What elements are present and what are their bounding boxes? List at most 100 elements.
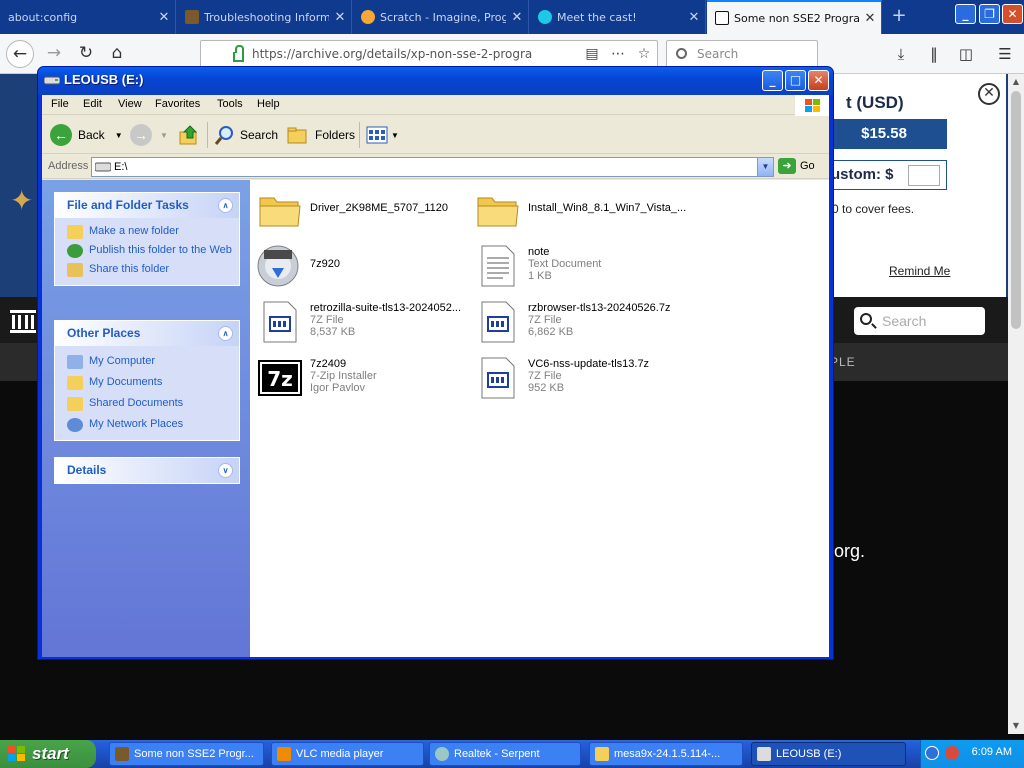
page-scrollbar[interactable]: ▲ ▼ xyxy=(1008,74,1024,734)
place-my-documents[interactable]: My Documents xyxy=(55,371,239,392)
browser-minimize-button[interactable]: _ xyxy=(955,4,976,24)
start-button[interactable]: start xyxy=(0,740,96,768)
browser-close-button[interactable]: ✕ xyxy=(1002,4,1023,24)
remind-me-link[interactable]: Remind Me xyxy=(889,264,950,278)
menu-help[interactable]: Help xyxy=(257,98,280,110)
file-item[interactable]: rzbrowser-tls13-20240526.7z 7Z File 6,86… xyxy=(474,298,670,346)
views-button[interactable]: ▼ xyxy=(366,121,399,149)
download-icon[interactable]: ⤓ xyxy=(890,44,912,66)
place-my-computer[interactable]: My Computer xyxy=(55,350,239,371)
forward-dropdown-icon[interactable]: ▼ xyxy=(160,131,168,140)
tab-scratch[interactable]: Scratch - Imagine, Prog ✕ xyxy=(353,0,529,34)
menu-view[interactable]: View xyxy=(118,98,142,110)
place-shared-documents[interactable]: Shared Documents xyxy=(55,392,239,413)
tab-meet-the-cast[interactable]: Meet the cast! ✕ xyxy=(530,0,706,34)
library-icon[interactable]: ‖ xyxy=(923,44,945,66)
go-button[interactable]: ➜ Go xyxy=(778,158,815,174)
folders-button[interactable]: Folders xyxy=(287,121,355,149)
search-button[interactable]: Search xyxy=(214,121,278,149)
reader-view-icon[interactable]: ▤ xyxy=(579,46,605,62)
place-label: Shared Documents xyxy=(89,397,184,409)
taskbar-button-leousb[interactable]: LEOUSB (E:) xyxy=(751,742,906,766)
taskbar-button-firefox[interactable]: Some non SSE2 Progr... xyxy=(109,742,264,766)
file-item[interactable]: 7z 7z2409 7-Zip Installer Igor Pavlov xyxy=(256,354,377,402)
taskbar-button-realtek[interactable]: Realtek - Serpent xyxy=(429,742,581,766)
minimize-button[interactable]: _ xyxy=(762,70,783,91)
start-label: start xyxy=(32,744,69,763)
tab-close-icon[interactable]: ✕ xyxy=(859,11,881,26)
windows-logo-icon xyxy=(795,95,829,117)
panel-header[interactable]: Details ∨ xyxy=(55,458,239,483)
explorer-title: LEOUSB (E:) xyxy=(64,72,144,87)
menu-tools[interactable]: Tools xyxy=(217,98,243,110)
views-dropdown-icon[interactable]: ▼ xyxy=(391,131,399,140)
forward-button[interactable]: → ▼ xyxy=(130,121,168,149)
new-tab-button[interactable]: + xyxy=(888,6,910,28)
tab-close-icon[interactable]: ✕ xyxy=(683,10,705,25)
realtek-icon xyxy=(435,747,449,761)
tab-some-non-sse2[interactable]: Some non SSE2 Progra ✕ xyxy=(707,0,882,34)
collapse-chevron-icon[interactable]: ∧ xyxy=(218,198,233,213)
address-value: E:\ xyxy=(114,161,128,173)
file-item[interactable]: 7z920 xyxy=(256,242,340,290)
expand-chevron-icon[interactable]: ∨ xyxy=(218,463,233,478)
scroll-thumb[interactable] xyxy=(1011,91,1021,329)
task-share-folder[interactable]: Share this folder xyxy=(55,260,239,279)
tab-troubleshooting[interactable]: Troubleshooting Inform ✕ xyxy=(177,0,352,34)
explorer-title-bar[interactable]: LEOUSB (E:) _ □ ✕ xyxy=(38,67,833,95)
taskbar-button-label: VLC media player xyxy=(296,748,384,760)
reload-icon[interactable]: ↻ xyxy=(72,40,100,68)
tab-about-config[interactable]: about:config ✕ xyxy=(0,0,176,34)
task-publish-folder[interactable]: Publish this folder to the Web xyxy=(55,241,239,260)
address-input[interactable]: E:\ ▼ xyxy=(91,157,774,177)
menu-favorites[interactable]: Favorites xyxy=(155,98,200,110)
home-icon[interactable]: ⌂ xyxy=(103,40,131,68)
sidebar-icon[interactable]: ◫ xyxy=(955,44,977,66)
url-bar[interactable]: https://archive.org/details/xp-non-sse-2… xyxy=(200,40,658,68)
tray-app-icon[interactable] xyxy=(945,746,959,760)
url-text[interactable]: https://archive.org/details/xp-non-sse-2… xyxy=(252,47,579,61)
page-actions-icon[interactable]: ⋯ xyxy=(605,46,631,62)
tab-close-icon[interactable]: ✕ xyxy=(153,10,175,25)
file-item[interactable]: VC6-nss-update-tls13.7z 7Z File 952 KB xyxy=(474,354,649,402)
file-type: 7Z File xyxy=(310,314,344,326)
panel-header[interactable]: Other Places ∧ xyxy=(55,321,239,346)
file-item[interactable]: Driver_2K98ME_5707_1120 xyxy=(256,186,448,234)
task-make-new-folder[interactable]: Make a new folder xyxy=(55,222,239,241)
forward-arrow-icon[interactable]: → xyxy=(40,40,68,68)
tab-close-icon[interactable]: ✕ xyxy=(329,10,351,25)
tab-title: about:config xyxy=(8,10,78,24)
custom-amount-input[interactable] xyxy=(908,165,940,186)
archive-search-input[interactable]: Search xyxy=(854,307,985,335)
address-dropdown-icon[interactable]: ▼ xyxy=(757,158,773,176)
file-item[interactable]: note Text Document 1 KB xyxy=(474,242,601,290)
menu-file[interactable]: File xyxy=(51,98,69,110)
menu-edit[interactable]: Edit xyxy=(83,98,102,110)
donation-amount-button[interactable]: $15.58 xyxy=(820,119,947,149)
browser-restore-button[interactable]: ❐ xyxy=(979,4,1000,24)
collapse-chevron-icon[interactable]: ∧ xyxy=(218,326,233,341)
file-item[interactable]: retrozilla-suite-tls13-2024052... 7Z Fil… xyxy=(256,298,461,346)
close-button[interactable]: ✕ xyxy=(808,70,829,91)
close-icon[interactable]: ✕ xyxy=(978,83,1000,105)
maximize-button[interactable]: □ xyxy=(785,70,806,91)
scroll-down-icon[interactable]: ▼ xyxy=(1008,718,1024,734)
donation-custom-field[interactable]: ustom: $ xyxy=(820,160,947,190)
tab-close-icon[interactable]: ✕ xyxy=(506,10,528,25)
scroll-up-icon[interactable]: ▲ xyxy=(1008,74,1024,90)
file-item[interactable]: Install_Win8_8.1_Win7_Vista_... xyxy=(474,186,686,234)
back-dropdown-icon[interactable]: ▼ xyxy=(115,131,123,140)
bookmark-star-icon[interactable]: ☆ xyxy=(631,46,657,62)
browser-search-box[interactable]: Search xyxy=(666,40,818,68)
back-button[interactable]: ← Back ▼ xyxy=(50,121,123,149)
panel-header[interactable]: File and Folder Tasks ∧ xyxy=(55,193,239,218)
taskbar-button-mesa[interactable]: mesa9x-24.1.5.114-... xyxy=(589,742,743,766)
tray-network-icon[interactable] xyxy=(925,746,939,760)
taskbar-button-vlc[interactable]: VLC media player xyxy=(271,742,424,766)
up-folder-button[interactable] xyxy=(178,121,200,149)
menu-hamburger-icon[interactable]: ☰ xyxy=(994,44,1016,66)
place-my-network-places[interactable]: My Network Places xyxy=(55,413,239,434)
archive-logo-icon[interactable] xyxy=(8,307,38,337)
back-arrow-icon[interactable]: ← xyxy=(6,40,34,68)
menu-bar: File Edit View Favorites Tools Help xyxy=(42,95,829,117)
